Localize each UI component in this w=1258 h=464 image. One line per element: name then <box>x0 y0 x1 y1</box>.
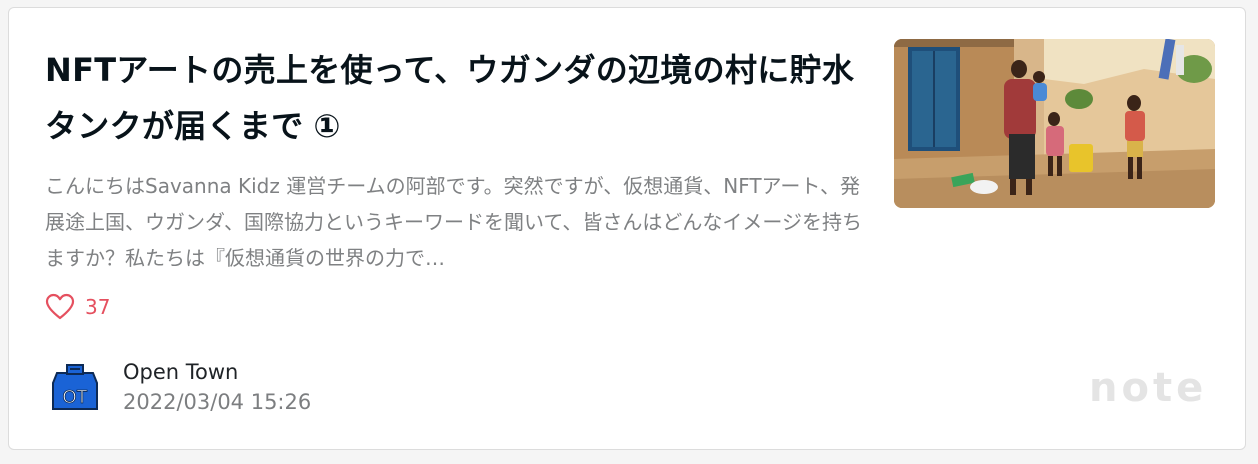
note-logo: note <box>1089 365 1208 411</box>
article-thumbnail[interactable] <box>894 39 1215 208</box>
photo-thumbnail-icon <box>894 39 1215 208</box>
author-info: OT Open Town 2022/03/04 15:26 <box>49 358 311 418</box>
article-excerpt: こんにちはSavanna Kidz 運営チームの阿部です。突然ですが、仮想通貨、… <box>45 174 862 270</box>
article-title[interactable]: NFTアートの売上を使って、ウガンダの辺境の村に貯水タンクが届くまで ① <box>45 42 875 154</box>
publish-date: 2022/03/04 15:26 <box>123 390 312 414</box>
author-name[interactable]: Open Town <box>123 358 311 386</box>
article-title-text[interactable]: NFTアートの売上を使って、ウガンダの辺境の村に貯水タンクが届くまで <box>45 51 854 145</box>
like-count: 37 <box>85 295 111 319</box>
avatar-text: OT <box>63 387 88 407</box>
heart-icon <box>45 293 75 320</box>
article-card[interactable]: NFTアートの売上を使って、ウガンダの辺境の村に貯水タンクが届くまで ① こんにち… <box>8 7 1246 450</box>
like-button[interactable]: 37 <box>45 292 110 322</box>
article-series-badge: ① <box>313 107 341 145</box>
author-avatar[interactable]: OT <box>49 361 101 413</box>
